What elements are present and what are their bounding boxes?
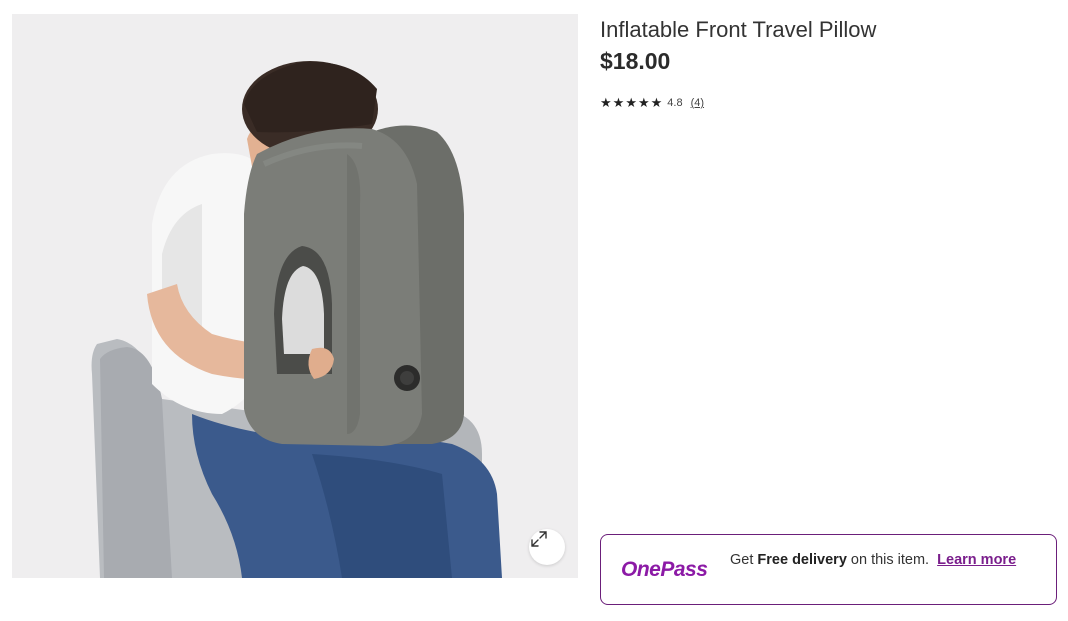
onepass-logo: OnePass <box>621 558 708 581</box>
expand-arrows-icon <box>531 531 547 547</box>
onepass-message: Get Free delivery on this item. Learn mo… <box>730 552 1040 569</box>
review-count-link[interactable]: (4) <box>691 97 704 109</box>
onepass-banner: OnePass Get Free delivery on this item. … <box>600 534 1057 605</box>
star-icon: ★ <box>625 95 637 110</box>
product-price: $18.00 <box>600 48 671 74</box>
onepass-emphasis: Free delivery <box>757 552 847 568</box>
star-icon: ★ <box>600 95 612 110</box>
rating-stars: ★ ★ ★ ★ ★ <box>600 96 662 110</box>
expand-image-button[interactable] <box>529 529 565 565</box>
learn-more-link[interactable]: Learn more <box>937 552 1016 568</box>
star-icon: ★ <box>637 95 650 110</box>
product-title: Inflatable Front Travel Pillow <box>600 17 877 42</box>
star-icon: ★ <box>612 95 625 110</box>
onepass-suffix: on this item. <box>846 552 930 568</box>
product-image <box>91 61 502 578</box>
star-icon: ★ <box>650 95 663 110</box>
onepass-prefix: Get <box>730 552 758 568</box>
rating-value: 4.8 <box>667 97 683 109</box>
product-image-gallery[interactable] <box>12 14 578 578</box>
product-rating: ★ ★ ★ ★ ★ 4.8 (4) <box>600 96 704 110</box>
